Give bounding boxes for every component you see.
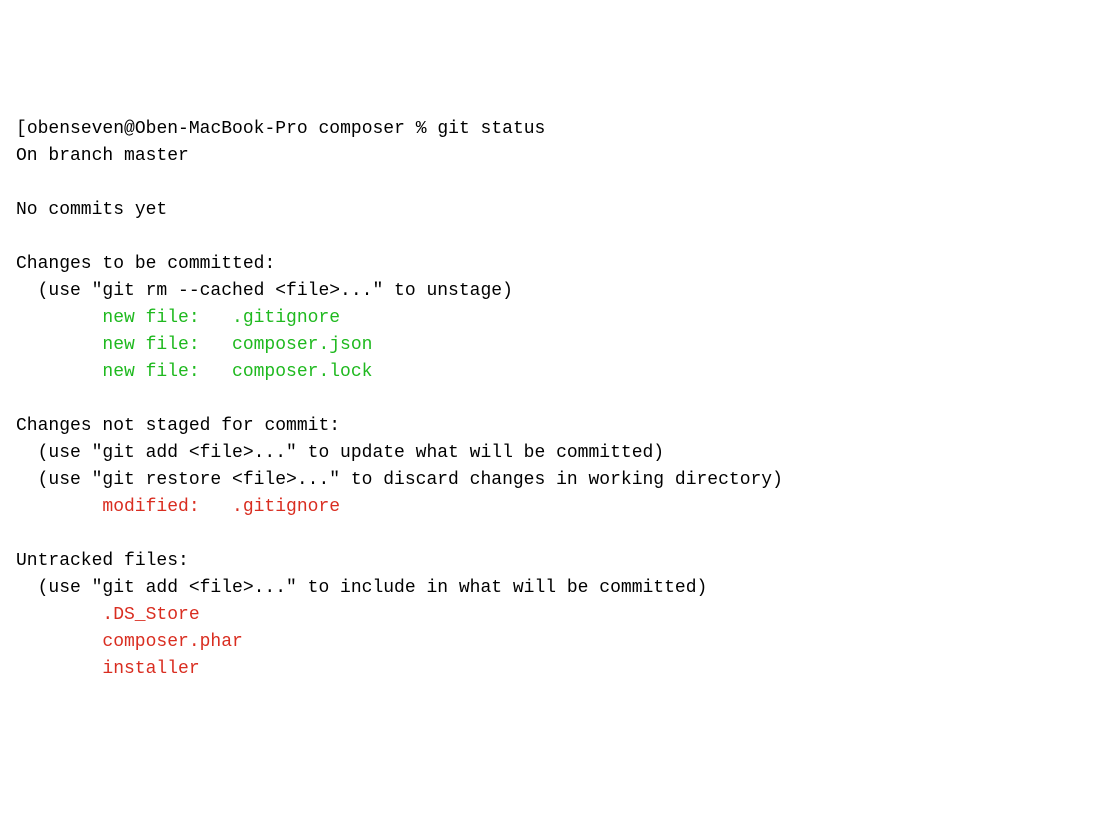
staged-file-entry: new file: .gitignore	[16, 305, 1084, 332]
unstaged-header: Changes not staged for commit:	[16, 413, 1084, 440]
prompt-symbol: %	[416, 119, 427, 139]
blank-line	[16, 521, 1084, 548]
branch-line: On branch master	[16, 143, 1084, 170]
prompt-open-bracket: [	[16, 119, 27, 139]
no-commits-line: No commits yet	[16, 197, 1084, 224]
unstaged-files-list: modified: .gitignore	[16, 494, 1084, 521]
staged-hint: (use "git rm --cached <file>..." to unst…	[16, 278, 1084, 305]
staged-files-list: new file: .gitignorenew file: composer.j…	[16, 305, 1084, 386]
unstaged-file-entry: modified: .gitignore	[16, 494, 1084, 521]
staged-file-entry: new file: composer.lock	[16, 359, 1084, 386]
unstaged-hint1: (use "git add <file>..." to update what …	[16, 440, 1084, 467]
untracked-file-entry: installer	[16, 656, 1084, 683]
command-text: git status	[437, 119, 545, 139]
terminal-output[interactable]: [obenseven@Oben-MacBook-Pro composer % g…	[16, 116, 1084, 683]
staged-file-entry: new file: composer.json	[16, 332, 1084, 359]
blank-line	[16, 224, 1084, 251]
prompt-user: obenseven	[27, 119, 124, 139]
prompt-host: Oben-MacBook-Pro	[135, 119, 308, 139]
untracked-header: Untracked files:	[16, 548, 1084, 575]
prompt-line: [obenseven@Oben-MacBook-Pro composer % g…	[16, 116, 1084, 143]
prompt-at: @	[124, 119, 135, 139]
blank-line	[16, 386, 1084, 413]
blank-line	[16, 170, 1084, 197]
staged-header: Changes to be committed:	[16, 251, 1084, 278]
untracked-files-list: .DS_Storecomposer.pharinstaller	[16, 602, 1084, 683]
untracked-file-entry: .DS_Store	[16, 602, 1084, 629]
prompt-cwd: composer	[318, 119, 404, 139]
unstaged-hint2: (use "git restore <file>..." to discard …	[16, 467, 1084, 494]
untracked-hint: (use "git add <file>..." to include in w…	[16, 575, 1084, 602]
